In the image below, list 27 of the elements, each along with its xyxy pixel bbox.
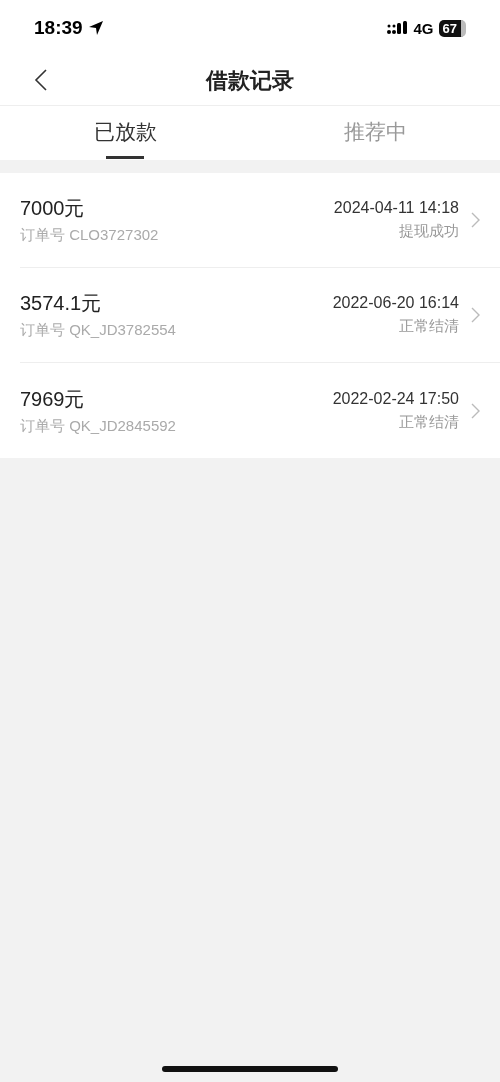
amount-text: 7000元 [20, 196, 86, 221]
loan-record-row[interactable]: 3574.1元 订单号 QK_JD3782554 2022-06-20 16:14 正常结清 [20, 268, 500, 363]
chevron-right-icon [471, 402, 480, 419]
loan-record-row[interactable]: 7000元 订单号 CLO3727302 2024-04-11 14:18 提现成功 [20, 173, 500, 268]
chevron-right-icon [471, 307, 480, 323]
status-text: 正常结清 [399, 317, 459, 336]
datetime-text: 2024-04-11 14:18 [333, 199, 459, 217]
order-number-text: 订单号 QK_JD3782554 [20, 321, 177, 340]
back-icon[interactable] [34, 68, 48, 92]
loan-record-row[interactable]: 7969元 订单号 QK_JD2845592 2022-02-24 17:50 正常结清 [20, 363, 500, 458]
amount-text: 3574.1元 [20, 291, 103, 316]
order-number-text: 订单号 QK_JD2845592 [20, 416, 177, 436]
signal-icon [386, 21, 409, 35]
amount-text: 7969元 [20, 386, 86, 412]
status-text: 提现成功 [399, 222, 459, 241]
datetime-text: 2022-06-20 16:14 [332, 294, 459, 312]
order-number-text: 订单号 CLO3727302 [20, 226, 160, 245]
clock: 18:39 [34, 17, 83, 39]
network-label: 4G [413, 19, 434, 37]
battery-indicator: 67 [438, 19, 466, 37]
location-arrow-icon [87, 20, 104, 36]
chevron-right-icon [471, 212, 480, 228]
page-title: 借款记录 [206, 66, 294, 95]
status-text: 正常结清 [399, 412, 459, 432]
tab[interactable]: 已放款 [0, 106, 250, 160]
active-tab-indicator [106, 156, 144, 159]
datetime-text: 2022-02-24 17:50 [332, 389, 459, 408]
